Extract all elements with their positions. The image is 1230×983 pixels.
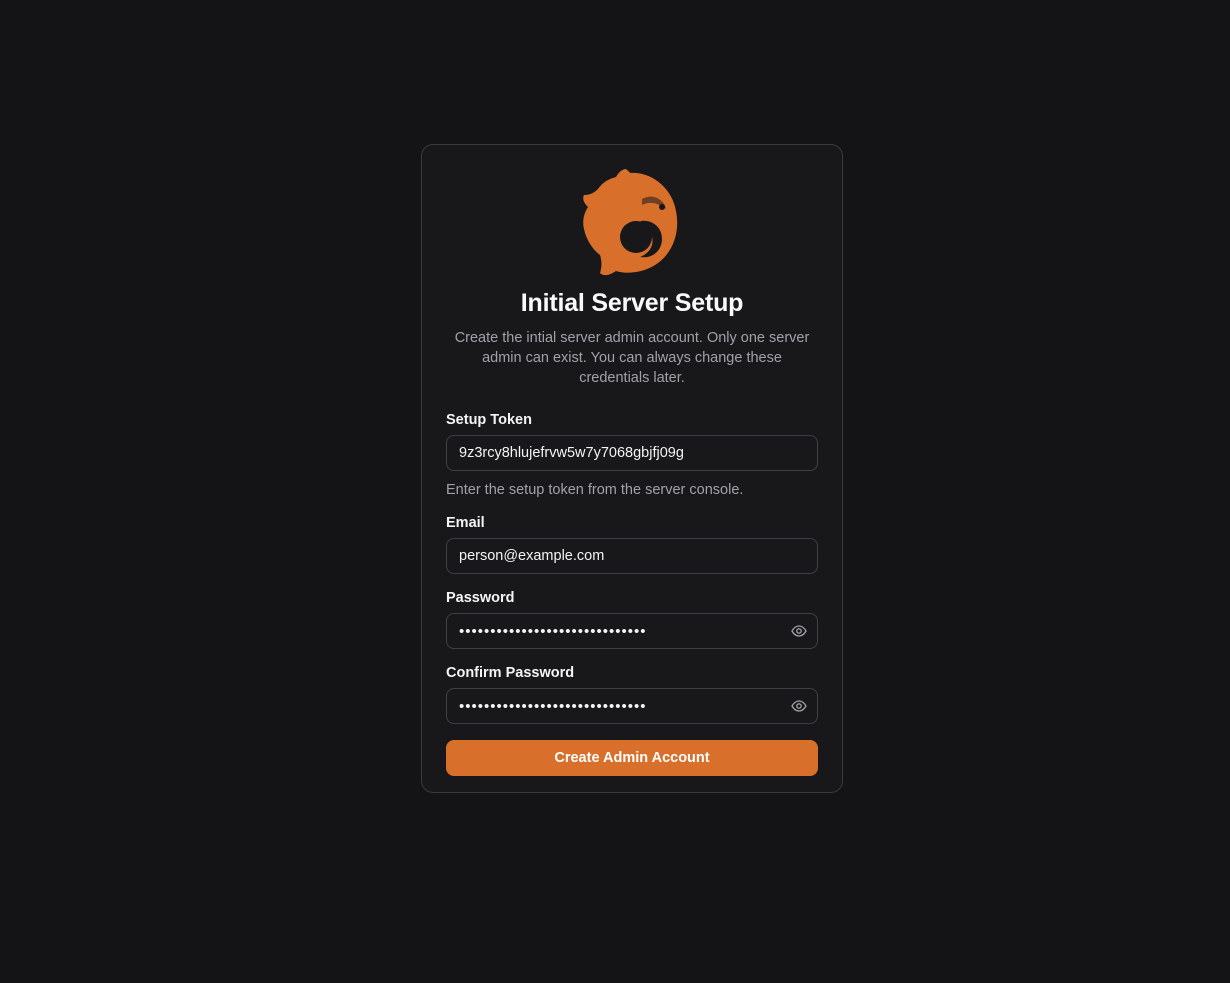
eye-icon[interactable]: [791, 698, 807, 714]
password-group: Password: [446, 589, 818, 649]
phoenix-logo-icon: [583, 169, 678, 276]
setup-card: Initial Server Setup Create the intial s…: [421, 144, 843, 793]
setup-token-label: Setup Token: [446, 412, 532, 428]
setup-token-input[interactable]: [447, 436, 817, 470]
create-admin-account-button[interactable]: Create Admin Account: [446, 740, 818, 776]
page-subtitle: Create the intial server admin account. …: [454, 330, 810, 386]
confirm-password-wrapper: [446, 688, 818, 724]
password-input[interactable]: [447, 614, 817, 648]
confirm-password-label: Confirm Password: [446, 665, 575, 681]
setup-token-hint: Enter the setup token from the server co…: [446, 482, 744, 498]
password-label: Password: [446, 590, 515, 606]
confirm-password-group: Confirm Password: [446, 664, 818, 724]
email-input[interactable]: [447, 539, 817, 573]
confirm-password-input[interactable]: [447, 689, 817, 723]
password-wrapper: [446, 613, 818, 649]
setup-token-group: Setup Token Enter the setup token from t…: [446, 411, 818, 499]
eye-icon[interactable]: [791, 623, 807, 639]
email-wrapper: [446, 538, 818, 574]
email-group: Email: [446, 514, 818, 574]
email-label: Email: [446, 515, 485, 531]
page-title: Initial Server Setup: [520, 289, 744, 317]
setup-token-wrapper: [446, 435, 818, 471]
